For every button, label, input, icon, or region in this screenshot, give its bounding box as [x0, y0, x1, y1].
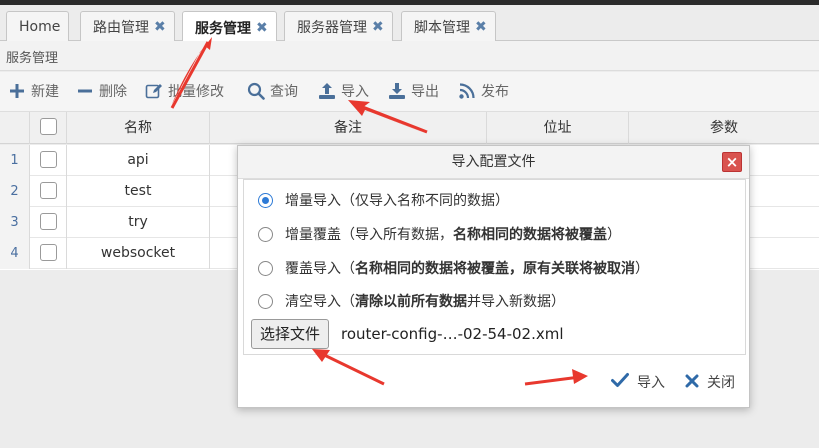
close-icon[interactable]: ✖	[475, 19, 487, 35]
check-icon	[611, 372, 629, 392]
option-clear-import[interactable]: 清空导入（ 清除以前所有数据 并导入新数据）	[258, 291, 565, 311]
choose-file-button[interactable]: 选择文件	[251, 319, 330, 349]
tab-label: 服务器管理	[297, 20, 367, 36]
query-button[interactable]: 查询	[247, 81, 298, 101]
dialog-title: 导入配置文件	[238, 146, 749, 179]
row-number: 2	[0, 176, 30, 207]
option-label: 增量导入（仅导入名称不同的数据）	[285, 193, 509, 209]
option-label-tail: 并导入新数据）	[467, 294, 565, 310]
option-label-emphasis: 清除以前所有数据	[355, 294, 467, 310]
service-name: websocket	[67, 238, 210, 269]
option-label-emphasis: 名称相同的数据将被覆盖，原有关联将被取消	[355, 261, 635, 277]
search-icon	[247, 82, 265, 100]
option-label: 清空导入（	[285, 294, 355, 310]
row-checkbox[interactable]	[40, 182, 57, 199]
radio-overwrite-import[interactable]	[258, 260, 273, 276]
publish-button[interactable]: 发布	[458, 81, 509, 101]
row-number: 1	[0, 145, 30, 176]
batch-edit-button[interactable]: 批量修改	[145, 81, 224, 101]
option-incremental-import[interactable]: 增量导入（仅导入名称不同的数据）	[258, 190, 509, 210]
tab-label: 脚本管理	[414, 20, 470, 36]
publish-label: 发布	[481, 84, 509, 100]
close-dialog-label: 关闭	[707, 375, 735, 391]
column-header-params[interactable]: 参数	[629, 112, 819, 144]
option-label-emphasis: 名称相同的数据将被覆盖	[453, 227, 607, 243]
import-confirm-label: 导入	[637, 375, 665, 391]
row-checkbox[interactable]	[40, 244, 57, 261]
import-label: 导入	[341, 84, 369, 100]
row-number: 3	[0, 207, 30, 238]
row-checkbox[interactable]	[40, 151, 57, 168]
close-icon[interactable]: ✖	[154, 19, 166, 35]
radio-incremental-import[interactable]	[258, 192, 273, 208]
tab-strip: Home 路由管理 ✖ 服务管理 ✖ 服务器管理 ✖ 脚本管理 ✖	[0, 5, 819, 43]
service-name: api	[67, 145, 210, 176]
radio-clear-import[interactable]	[258, 293, 273, 309]
breadcrumb: 服务管理	[0, 41, 819, 71]
row-number: 4	[0, 238, 30, 269]
close-icon[interactable]: ×	[722, 152, 742, 172]
option-incremental-overwrite[interactable]: 增量覆盖（导入所有数据， 名称相同的数据将被覆盖）	[258, 224, 621, 244]
close-dialog-button[interactable]: 关闭	[685, 372, 735, 392]
tab-route-management[interactable]: 路由管理 ✖	[80, 11, 175, 42]
tab-label: 路由管理	[93, 20, 149, 36]
option-overwrite-import[interactable]: 覆盖导入（ 名称相同的数据将被覆盖，原有关联将被取消）	[258, 258, 649, 278]
close-icon[interactable]: ✖	[372, 19, 384, 35]
rss-icon	[458, 82, 476, 100]
selected-file-name: router-config-…-02-54-02.xml	[341, 325, 564, 343]
batch-edit-label: 批量修改	[168, 84, 224, 100]
option-label-tail: ）	[607, 227, 621, 243]
radio-incremental-overwrite[interactable]	[258, 226, 273, 242]
close-icon[interactable]: ✖	[256, 20, 268, 36]
tab-label: 服务管理	[195, 20, 251, 37]
close-icon	[685, 373, 699, 392]
grid-header: 名称 备注 位址 参数	[0, 112, 819, 144]
import-button[interactable]: 导入	[318, 81, 369, 101]
service-name: test	[67, 176, 210, 207]
tab-service-management[interactable]: 服务管理 ✖	[182, 11, 277, 43]
edit-icon	[145, 82, 163, 100]
dialog-body: 增量导入（仅导入名称不同的数据） 增量覆盖（导入所有数据， 名称相同的数据将被覆盖…	[243, 179, 746, 355]
tab-home[interactable]: Home	[6, 11, 70, 42]
tab-script-management[interactable]: 脚本管理 ✖	[401, 11, 496, 42]
export-label: 导出	[411, 84, 439, 100]
row-number-header	[0, 112, 30, 144]
select-all-cell	[30, 112, 67, 144]
new-button[interactable]: 新建	[8, 81, 59, 101]
dialog-footer: 导入 关闭	[591, 372, 735, 392]
delete-button[interactable]: 删除	[76, 81, 127, 101]
import-confirm-button[interactable]: 导入	[611, 372, 665, 392]
tab-server-management[interactable]: 服务器管理 ✖	[284, 11, 393, 42]
export-button[interactable]: 导出	[388, 81, 439, 101]
option-label: 覆盖导入（	[285, 261, 355, 277]
download-icon	[388, 82, 406, 100]
tab-label: Home	[19, 19, 61, 35]
select-all-checkbox[interactable]	[40, 118, 57, 135]
toolbar: 新建 删除 批量修改 查询 导入 导出 发布	[0, 72, 819, 112]
new-label: 新建	[31, 84, 59, 100]
minus-icon	[76, 82, 94, 100]
delete-label: 删除	[99, 84, 127, 100]
upload-icon	[318, 82, 336, 100]
query-label: 查询	[270, 84, 298, 100]
plus-icon	[8, 82, 26, 100]
service-name: try	[67, 207, 210, 238]
column-header-remark[interactable]: 备注	[210, 112, 487, 144]
column-header-name[interactable]: 名称	[67, 112, 210, 144]
option-label-tail: ）	[635, 261, 649, 277]
option-label: 增量覆盖（导入所有数据，	[285, 227, 453, 243]
column-header-address[interactable]: 位址	[487, 112, 629, 144]
import-config-dialog: 导入配置文件 × 增量导入（仅导入名称不同的数据） 增量覆盖（导入所有数据， 名称…	[237, 145, 750, 408]
row-checkbox[interactable]	[40, 213, 57, 230]
